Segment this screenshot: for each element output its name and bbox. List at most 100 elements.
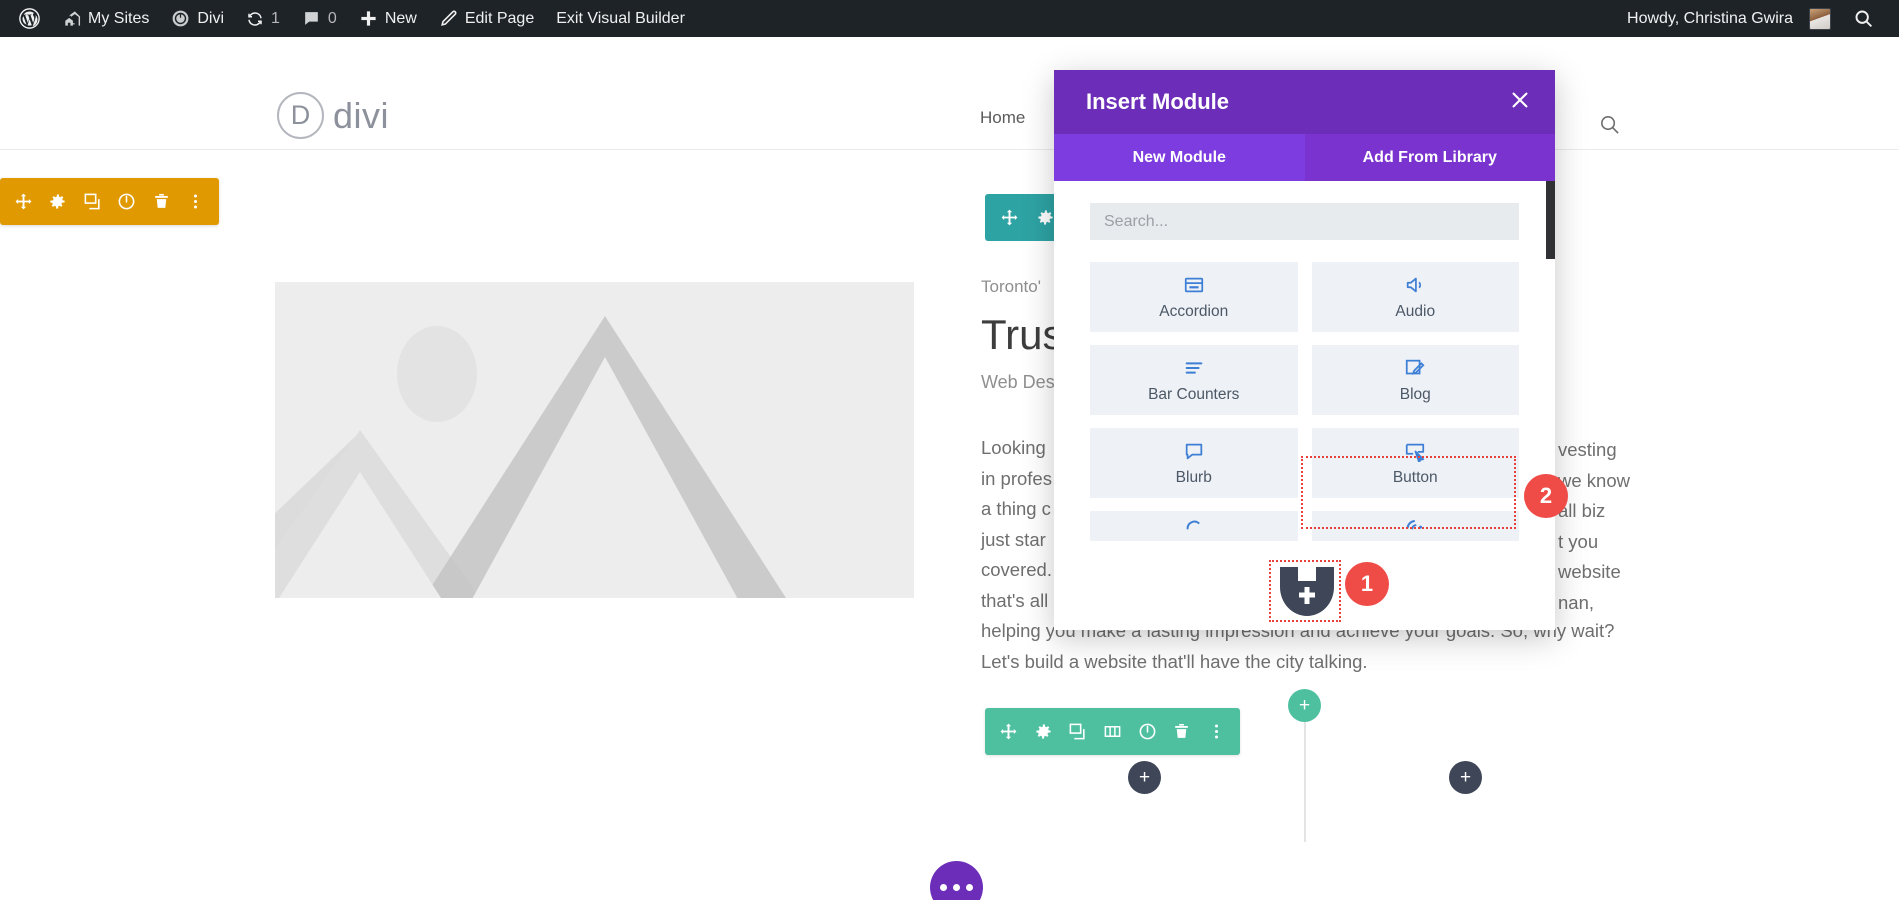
wordpress-logo-menu[interactable]: [8, 0, 51, 37]
site-search-button[interactable]: [1598, 113, 1621, 141]
edit-page-menu[interactable]: Edit Page: [428, 0, 545, 37]
body-fragment: we know: [1558, 466, 1630, 497]
columns-icon[interactable]: [1095, 708, 1130, 755]
blog-icon: [1404, 357, 1426, 379]
wp-admin-bar: My Sites Divi 1 0 New: [0, 0, 1899, 37]
site-canvas: D divi Home Toronto' Trust Web Des: [0, 37, 1899, 900]
my-sites-menu[interactable]: My Sites: [51, 0, 160, 37]
annotation-badge-2: 2: [1524, 474, 1568, 518]
my-account-menu[interactable]: Howdy, Christina Gwira: [1616, 0, 1842, 37]
module-label: Button: [1393, 469, 1438, 487]
admin-bar-left: My Sites Divi 1 0 New: [0, 0, 696, 37]
updates-count: 1: [271, 10, 280, 28]
my-sites-label: My Sites: [88, 10, 149, 28]
modal-tabs: New Module Add From Library: [1054, 134, 1555, 181]
module-connector-line: [1304, 722, 1306, 842]
row-toolbar-bottom[interactable]: [985, 708, 1240, 755]
gear-icon[interactable]: [41, 178, 76, 225]
gear-icon[interactable]: [1026, 708, 1061, 755]
insert-module-modal: Insert Module New Module Add From Librar…: [1054, 70, 1555, 630]
modal-title: Insert Module: [1086, 89, 1229, 115]
module-item-audio[interactable]: Audio: [1312, 262, 1520, 332]
search-icon: [1853, 8, 1874, 29]
section-toolbar[interactable]: [0, 178, 219, 225]
site-header: D divi Home: [0, 37, 1899, 150]
module-label: Accordion: [1159, 303, 1228, 321]
annotation-badge-1: 1: [1345, 562, 1389, 606]
button-icon: [1404, 440, 1426, 462]
body-fragment: website: [1558, 557, 1630, 588]
trash-icon[interactable]: [1165, 708, 1200, 755]
builder-settings-button[interactable]: [930, 861, 983, 900]
add-module-button[interactable]: +: [1288, 689, 1321, 722]
tab-add-from-library[interactable]: Add From Library: [1305, 134, 1556, 181]
admin-bar-right: Howdy, Christina Gwira: [1616, 0, 1899, 37]
dot-icon: [940, 884, 947, 891]
close-icon[interactable]: [1509, 89, 1531, 116]
module-item-circle-counter[interactable]: [1090, 511, 1298, 541]
divi-logo-text: divi: [333, 95, 389, 137]
primary-nav: Home: [980, 108, 1025, 128]
modal-body: Accordion Audio Bar Counters Blog: [1054, 181, 1555, 630]
updates-menu[interactable]: 1: [235, 0, 291, 37]
module-item-blog[interactable]: Blog: [1312, 345, 1520, 415]
comments-menu[interactable]: 0: [291, 0, 348, 37]
my-sites-icon: [62, 9, 81, 28]
module-label: Blog: [1400, 386, 1431, 404]
trash-icon[interactable]: [144, 178, 179, 225]
audio-icon: [1404, 274, 1426, 296]
dot-icon: [953, 884, 960, 891]
search-input[interactable]: [1090, 203, 1519, 240]
divi-logo-mark: D: [277, 92, 324, 139]
module-item-button[interactable]: Button: [1312, 428, 1520, 498]
body-fragment: vesting: [1558, 435, 1630, 466]
circle-counter-icon: [1183, 516, 1205, 530]
body-line: Let's build a website that'll have the c…: [981, 647, 1621, 678]
power-icon[interactable]: [110, 178, 145, 225]
divi-label: Divi: [197, 10, 224, 28]
new-content-label: New: [385, 10, 417, 28]
avatar: [1809, 8, 1831, 30]
module-label: Blurb: [1176, 469, 1212, 487]
exit-visual-builder-menu[interactable]: Exit Visual Builder: [545, 0, 696, 37]
module-item-code[interactable]: [1312, 511, 1520, 541]
add-row-button-right[interactable]: +: [1449, 761, 1482, 794]
blurb-icon: [1183, 440, 1205, 462]
duplicate-icon[interactable]: [75, 178, 110, 225]
tab-new-module[interactable]: New Module: [1054, 134, 1305, 181]
modal-scrollbar[interactable]: [1546, 181, 1555, 259]
dot-icon: [966, 884, 973, 891]
divi-menu[interactable]: Divi: [160, 0, 235, 37]
kebab-icon[interactable]: [179, 178, 214, 225]
comments-count: 0: [328, 10, 337, 28]
move-icon[interactable]: [991, 708, 1026, 755]
updates-icon: [246, 10, 264, 28]
divi-drag-cursor-icon: [1278, 565, 1336, 624]
wordpress-logo-icon: [19, 8, 40, 29]
search-icon: [1598, 123, 1621, 140]
body-text-right-fragments: vesting we know all biz t you website na…: [1558, 435, 1630, 618]
body-fragment: all biz: [1558, 496, 1630, 527]
comments-icon: [302, 9, 321, 28]
move-icon[interactable]: [6, 178, 41, 225]
kebab-icon[interactable]: [1199, 708, 1234, 755]
module-search-wrap: [1054, 203, 1555, 240]
new-content-menu[interactable]: New: [348, 0, 428, 37]
power-icon[interactable]: [1130, 708, 1165, 755]
add-row-button-left[interactable]: +: [1128, 761, 1161, 794]
module-label: Audio: [1395, 303, 1435, 321]
site-logo[interactable]: D divi: [277, 92, 389, 139]
module-item-accordion[interactable]: Accordion: [1090, 262, 1298, 332]
exit-visual-builder-label: Exit Visual Builder: [556, 10, 685, 28]
bar-counters-icon: [1183, 357, 1205, 379]
modal-header: Insert Module: [1054, 70, 1555, 134]
pencil-icon: [439, 9, 458, 28]
image-placeholder: [275, 282, 914, 598]
duplicate-icon[interactable]: [1060, 708, 1095, 755]
nav-item-home[interactable]: Home: [980, 108, 1025, 128]
edit-page-label: Edit Page: [465, 10, 534, 28]
module-item-bar-counters[interactable]: Bar Counters: [1090, 345, 1298, 415]
move-icon[interactable]: [991, 194, 1027, 241]
admin-bar-search-button[interactable]: [1842, 0, 1885, 37]
module-item-blurb[interactable]: Blurb: [1090, 428, 1298, 498]
